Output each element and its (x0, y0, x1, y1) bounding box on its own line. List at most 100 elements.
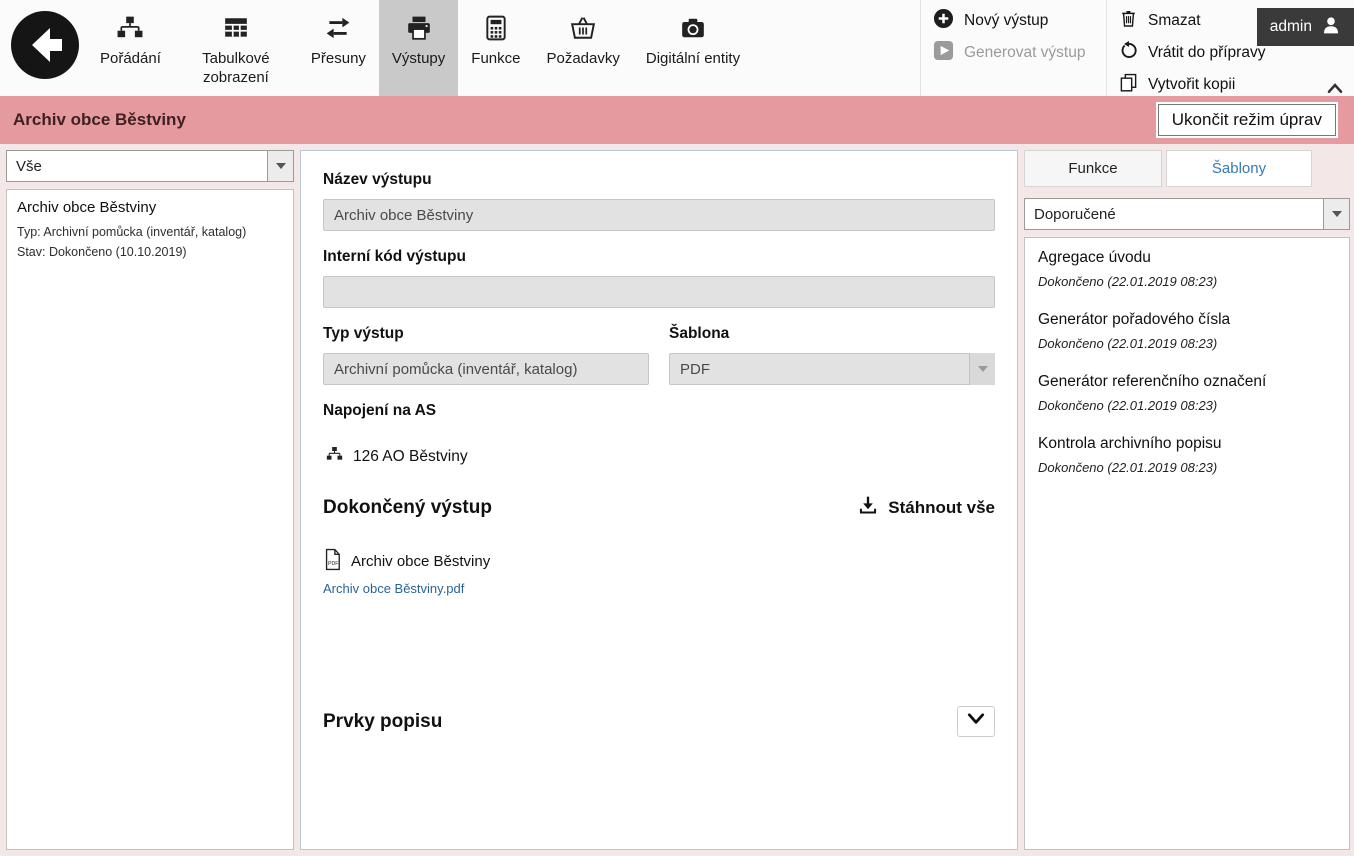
menu-item-label: Požadavky (546, 50, 619, 69)
menu-item-presuny[interactable]: Přesuny (298, 0, 379, 96)
copy-icon (1119, 73, 1138, 97)
output-list-item[interactable]: Archiv obce Běstviny Typ: Archivní pomůc… (7, 190, 293, 271)
menu-item-digitalni-entity[interactable]: Digitální entity (633, 0, 753, 96)
chevron-down-icon (1323, 199, 1349, 229)
finished-file-item[interactable]: PDF Archiv obce Běstviny (323, 548, 995, 575)
swap-arrows-icon (323, 13, 353, 43)
output-detail-panel: Název výstupu Interní kód výstupu Typ vý… (300, 150, 1018, 850)
chevron-down-icon (267, 151, 293, 181)
function-list-item[interactable]: Agregace úvodu Dokončeno (22.01.2019 08:… (1025, 238, 1349, 300)
finished-file-block: PDF Archiv obce Běstviny Archiv obce Běs… (323, 548, 995, 598)
menu-item-tabulkove-zobrazeni[interactable]: Tabulkové zobrazení (174, 0, 298, 96)
internal-code-input[interactable] (323, 276, 995, 308)
trash-icon (1119, 9, 1138, 33)
menu-item-pozadavky[interactable]: Požadavky (533, 0, 632, 96)
finished-output-heading: Dokončený výstup (323, 497, 492, 519)
plus-circle-icon (933, 8, 954, 34)
output-name-input[interactable] (323, 199, 995, 231)
create-copy-button[interactable]: Vytvořit kopii (1119, 73, 1244, 97)
outputs-list: Archiv obce Běstviny Typ: Archivní pomůc… (6, 189, 294, 850)
finished-output-section-header: Dokončený výstup Stáhnout vše (323, 495, 995, 520)
description-elements-heading: Prvky popisu (323, 711, 442, 733)
outputs-filter-value: Vše (16, 158, 42, 175)
user-icon (1321, 15, 1341, 40)
fund-header-bar: Archiv obce Běstviny Ukončit režim úprav (0, 96, 1354, 144)
output-name-label: Název výstupu (323, 171, 995, 189)
internal-code-label: Interní kód výstupu (323, 248, 995, 266)
return-to-preparation-button[interactable]: Vrátit do přípravy (1119, 41, 1244, 65)
sitemap-icon (116, 13, 144, 43)
internal-code-field: Interní kód výstupu (323, 248, 995, 308)
back-arrow-icon (9, 68, 81, 85)
template-select[interactable] (669, 353, 995, 385)
description-elements-expand-button[interactable] (957, 706, 995, 737)
play-icon (933, 40, 954, 66)
functions-templates-panel: Funkce Šablony Doporučené Agregace úvodu… (1024, 150, 1350, 850)
menu-item-funkce[interactable]: Funkce (458, 0, 533, 96)
template-field: Šablona (669, 325, 995, 385)
output-type-label: Typ výstup (323, 325, 649, 343)
output-name-field: Název výstupu (323, 171, 995, 231)
output-state-line: Stav: Dokončeno (10.10.2019) (17, 242, 283, 262)
new-output-button[interactable]: Nový výstup (933, 9, 1094, 33)
output-type-line: Typ: Archivní pomůcka (inventář, katalog… (17, 222, 283, 242)
generate-output-button[interactable]: Generovat výstup (933, 41, 1094, 65)
function-name: Kontrola archivního popisu (1038, 435, 1336, 453)
templates-filter-select[interactable]: Doporučené (1024, 198, 1350, 230)
back-button[interactable] (0, 0, 87, 96)
main-toolbar: Pořádání Tabulkové zobrazení Přesuny Výs… (0, 0, 1354, 96)
menu-item-poradani[interactable]: Pořádání (87, 0, 174, 96)
output-type-field: Typ výstup (323, 325, 649, 385)
download-all-button[interactable]: Stáhnout vše (858, 495, 995, 520)
output-name: Archiv obce Běstviny (17, 199, 283, 216)
as-link-item[interactable]: 126 AO Běstviny (323, 446, 995, 467)
template-label: Šablona (669, 325, 995, 343)
action-label: Vrátit do přípravy (1148, 44, 1265, 62)
menu-item-label: Tabulkové zobrazení (187, 50, 285, 88)
outputs-filter-select[interactable]: Vše (6, 150, 294, 182)
content-area: Vše Archiv obce Běstviny Typ: Archivní p… (0, 144, 1354, 856)
tab-funkce[interactable]: Funkce (1024, 150, 1162, 187)
user-menu[interactable]: admin (1257, 8, 1354, 46)
printer-icon (405, 13, 433, 43)
function-status: Dokončeno (22.01.2019 08:23) (1038, 460, 1336, 475)
calculator-icon (483, 13, 509, 43)
output-type-input[interactable] (323, 353, 649, 385)
exit-edit-mode-button[interactable]: Ukončit režim úprav (1158, 104, 1336, 136)
action-label: Smazat (1148, 12, 1201, 30)
menu-item-label: Výstupy (392, 50, 445, 69)
chevron-down-icon (969, 353, 995, 385)
templates-filter-value: Doporučené (1034, 206, 1116, 223)
outputs-list-panel: Vše Archiv obce Běstviny Typ: Archivní p… (6, 150, 294, 850)
function-status: Dokončeno (22.01.2019 08:23) (1038, 398, 1336, 413)
function-list-item[interactable]: Generátor referenčního označení Dokončen… (1025, 362, 1349, 424)
as-link-label: Napojení na AS (323, 402, 995, 420)
tab-sablony[interactable]: Šablony (1166, 150, 1312, 187)
functions-list: Agregace úvodu Dokončeno (22.01.2019 08:… (1024, 237, 1350, 850)
function-name: Agregace úvodu (1038, 249, 1336, 267)
chevron-down-icon (966, 711, 986, 732)
download-icon (858, 495, 878, 520)
camera-icon (679, 13, 707, 43)
menu-item-label: Pořádání (100, 50, 161, 69)
svg-text:PDF: PDF (328, 561, 338, 567)
download-all-label: Stáhnout vše (888, 498, 995, 518)
action-label: Vytvořit kopii (1148, 76, 1235, 94)
menu-item-vystupy[interactable]: Výstupy (379, 0, 458, 96)
description-elements-section-header: Prvky popisu (323, 706, 995, 737)
function-list-item[interactable]: Kontrola archivního popisu Dokončeno (22… (1025, 424, 1349, 486)
table-icon (222, 13, 250, 43)
sitemap-icon (326, 446, 343, 467)
as-link-text: 126 AO Běstviny (353, 448, 468, 466)
type-template-row: Typ výstup Šablona (323, 325, 995, 402)
template-select-value[interactable] (669, 353, 995, 385)
function-list-item[interactable]: Generátor pořadového čísla Dokončeno (22… (1025, 300, 1349, 362)
output-actions-column: Nový výstup Generovat výstup (920, 0, 1106, 96)
function-status: Dokončeno (22.01.2019 08:23) (1038, 274, 1336, 289)
finished-file-link[interactable]: Archiv obce Běstviny.pdf (323, 581, 464, 596)
toolbar-collapse-button[interactable] (1326, 81, 1344, 95)
toolbar-menu: Pořádání Tabulkové zobrazení Přesuny Výs… (87, 0, 753, 96)
function-name: Generátor pořadového čísla (1038, 311, 1336, 329)
menu-item-label: Funkce (471, 50, 520, 69)
delete-button[interactable]: Smazat (1119, 9, 1244, 33)
